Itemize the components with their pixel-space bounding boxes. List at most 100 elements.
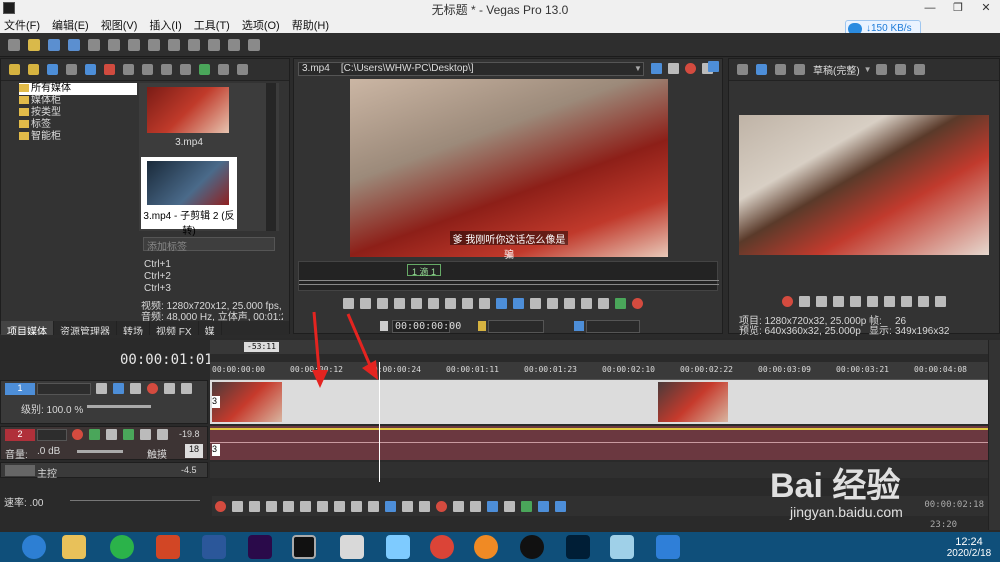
track-motion-icon[interactable] (130, 382, 141, 394)
go-start-icon[interactable] (884, 295, 895, 307)
split-screen-icon[interactable] (794, 64, 805, 75)
in-point-icon[interactable] (615, 297, 626, 309)
delete-icon[interactable] (436, 500, 447, 512)
close-button[interactable]: ✕ (972, 0, 1000, 16)
video-clip-thumbnail[interactable] (658, 382, 728, 422)
track-name-field[interactable] (37, 429, 67, 441)
marker-icon[interactable] (504, 500, 515, 512)
lock-icon[interactable] (487, 500, 498, 512)
pause-icon[interactable] (283, 500, 294, 512)
media-thumbnail[interactable] (147, 87, 229, 133)
audio-track-lane[interactable]: 3 (210, 426, 988, 460)
undo-icon[interactable] (188, 38, 200, 51)
tree-item-smart-bins[interactable]: 智能柜 (19, 131, 137, 143)
menu-insert[interactable]: 插入(I) (149, 17, 181, 33)
capture-icon[interactable] (28, 64, 39, 75)
copy-snapshot-icon[interactable] (894, 64, 906, 75)
menu-help[interactable]: 帮助(H) (292, 17, 329, 33)
menu-file[interactable]: 文件(F) (4, 17, 40, 33)
premiere-icon[interactable] (248, 535, 272, 559)
play-icon[interactable] (266, 500, 277, 512)
views-icon[interactable] (218, 64, 229, 75)
solo-icon[interactable] (181, 382, 192, 394)
redo-icon[interactable] (208, 38, 220, 51)
brush-icon[interactable] (668, 62, 679, 74)
tab-project-media[interactable]: 项目媒体 (1, 321, 54, 335)
selection-tool-icon[interactable] (419, 500, 430, 512)
media-item-selected[interactable]: 3.mp4 - 子剪辑 2 (反转) (141, 157, 237, 237)
tool-app-icon[interactable] (610, 535, 634, 559)
play-icon[interactable] (161, 64, 172, 75)
compositing-icon[interactable] (113, 382, 124, 394)
fx-icon[interactable] (775, 64, 786, 75)
save-snapshot-icon[interactable] (913, 64, 925, 75)
snap-icon[interactable] (538, 500, 549, 512)
track-fx-icon-2[interactable] (123, 428, 134, 440)
tree-item-by-type[interactable]: 按类型 (19, 107, 137, 119)
word-icon[interactable] (202, 535, 226, 559)
auto-ripple-icon[interactable] (555, 500, 566, 512)
next-frame-icon[interactable] (479, 297, 490, 309)
next-frame-icon[interactable] (935, 295, 946, 307)
app-icon[interactable] (340, 535, 364, 559)
split-icon[interactable] (470, 500, 481, 512)
import-icon[interactable] (9, 64, 20, 75)
add-to-timeline-icon[interactable] (496, 297, 507, 309)
go-end-icon[interactable] (334, 500, 345, 512)
stop-icon[interactable] (180, 64, 191, 75)
motion-blur-icon[interactable] (96, 382, 107, 394)
add-after-cursor-icon[interactable] (513, 297, 524, 309)
cut-icon[interactable] (128, 38, 140, 51)
go-end-icon[interactable] (445, 297, 456, 309)
region-icon[interactable] (598, 297, 609, 309)
tab-explorer[interactable]: 资源管理器 (54, 321, 117, 335)
solo-icon[interactable] (157, 428, 168, 440)
play-icon[interactable] (833, 295, 844, 307)
trimmer-timecode[interactable]: 00:00:00:00 (392, 320, 461, 333)
wps-icon[interactable] (656, 535, 680, 559)
prev-frame-icon[interactable] (918, 295, 929, 307)
level-slider[interactable] (87, 405, 151, 408)
time-ruler[interactable]: 00:00:00:00 00:00:00:12 00:00:00:24 00:00:0… (210, 362, 988, 380)
media-list-scrollbar[interactable] (266, 83, 276, 231)
get-media-icon[interactable] (47, 64, 58, 75)
file-explorer-icon[interactable] (62, 535, 86, 559)
fit-icon[interactable] (547, 297, 558, 309)
video-track-lane[interactable]: 3 (210, 380, 988, 424)
qq-icon[interactable] (520, 535, 544, 559)
audio-track-header[interactable]: 2 -19.8 音量: .0 dB 触摸 18 (0, 426, 208, 461)
cursor-tool-icon[interactable] (228, 38, 240, 51)
powerpoint-icon[interactable] (156, 535, 180, 559)
play-from-start-icon[interactable] (816, 295, 827, 307)
prev-frame-icon[interactable] (462, 297, 473, 309)
external-monitor-icon[interactable] (756, 64, 767, 75)
tab-transitions[interactable]: 转场 (117, 321, 150, 335)
play-from-start-icon[interactable] (249, 500, 260, 512)
minimize-button[interactable]: — (916, 0, 944, 16)
menu-tools[interactable]: 工具(T) (194, 17, 230, 33)
paste-icon[interactable] (168, 38, 180, 51)
mute-icon[interactable] (164, 382, 175, 394)
media-fx-icon[interactable] (123, 64, 134, 75)
region-icon[interactable] (521, 500, 532, 512)
tree-item-media-bins[interactable]: 媒体柜 (19, 95, 137, 107)
stop-icon[interactable] (300, 500, 311, 512)
timeline-vertical-scrollbar[interactable] (988, 340, 1000, 530)
invert-phase-icon[interactable] (106, 428, 117, 440)
out-point-icon[interactable] (632, 297, 643, 309)
auto-preview-icon[interactable] (199, 64, 210, 75)
remove-icon[interactable] (104, 64, 115, 75)
new-icon[interactable] (8, 38, 20, 51)
copy-icon[interactable] (148, 38, 160, 51)
trim-icon[interactable] (453, 500, 464, 512)
record-icon[interactable] (782, 295, 793, 307)
screen-icon[interactable] (708, 60, 719, 72)
properties-icon[interactable] (737, 64, 748, 75)
pause-icon[interactable] (850, 295, 861, 307)
volume-slider[interactable] (77, 450, 123, 453)
menu-options[interactable]: 选项(O) (242, 17, 280, 33)
play-from-start-icon[interactable] (360, 297, 371, 309)
trimmer-path-select[interactable]: 3.mp4 [C:\Users\WHW-PC\Desktop\] (298, 62, 644, 76)
pan-mode[interactable]: 触摸 (147, 446, 167, 461)
track-name-field[interactable] (37, 383, 91, 395)
